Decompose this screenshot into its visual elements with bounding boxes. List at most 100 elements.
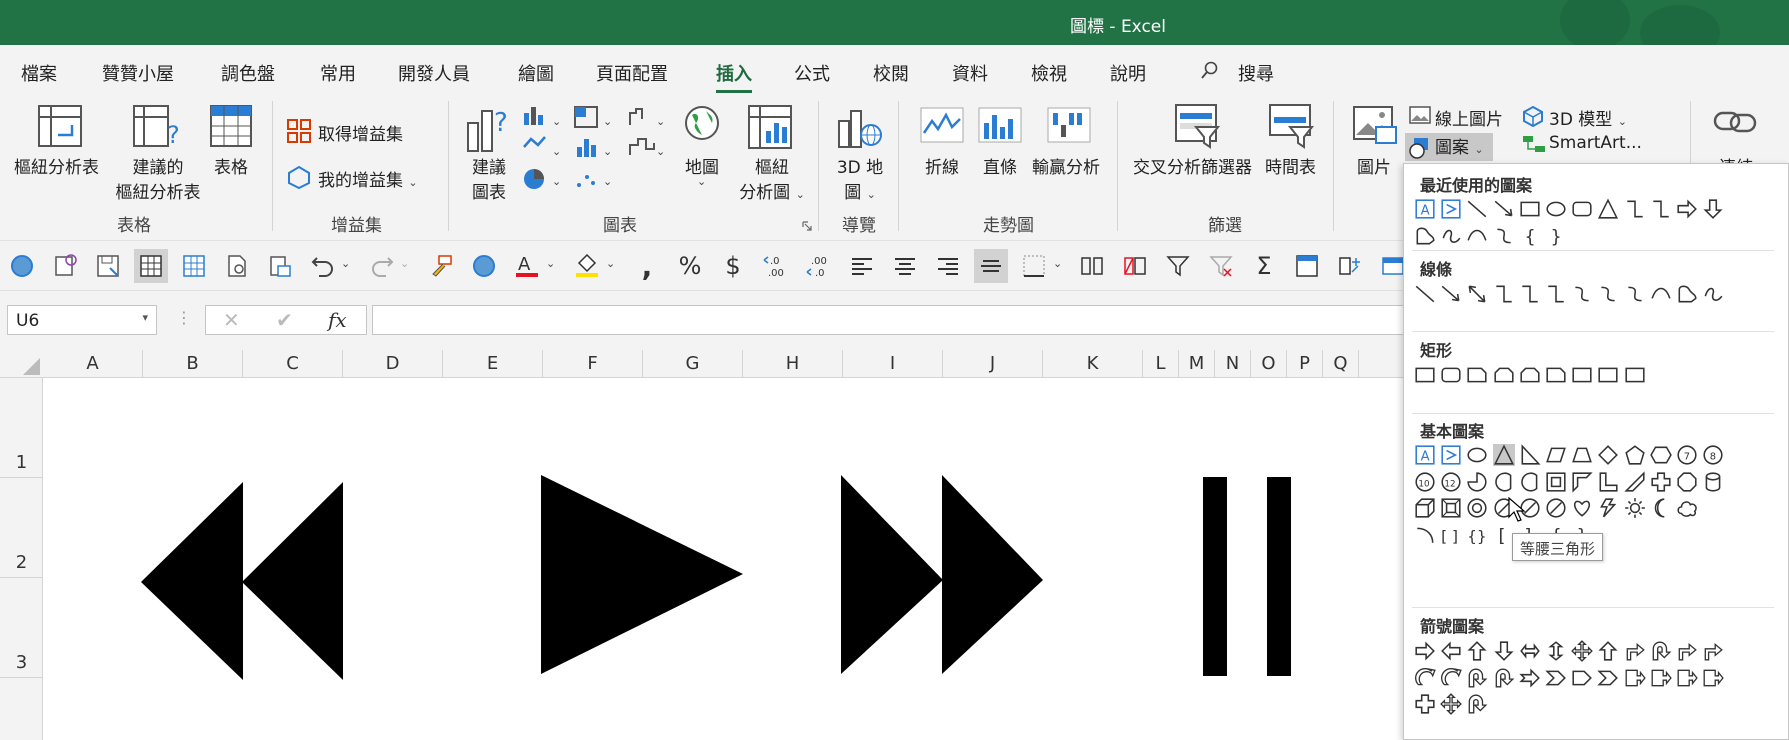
tab-insert[interactable]: 插入 xyxy=(716,60,752,93)
scurve-shape-icon[interactable] xyxy=(1571,283,1593,305)
slicer-icon[interactable] xyxy=(1174,103,1220,149)
name-box[interactable]: U6 ▾ xyxy=(7,305,157,335)
dblarrow-shape-icon[interactable] xyxy=(1466,283,1488,305)
darrow-shape-icon[interactable] xyxy=(1493,640,1515,662)
column-header-a[interactable]: A xyxy=(43,350,143,378)
textbox-shape-icon[interactable]: A xyxy=(1414,198,1436,220)
map-3d-label[interactable]: 3D 地圖 ⌄ xyxy=(834,153,886,203)
search-label[interactable]: 搜尋 xyxy=(1238,60,1274,86)
currency-button[interactable]: $ xyxy=(716,249,750,283)
tab-data[interactable]: 資料 xyxy=(952,60,988,86)
dialog-launcher-icon[interactable] xyxy=(802,221,812,231)
rect-shape-icon[interactable] xyxy=(1414,364,1436,386)
chevron-down-icon[interactable]: ▾ xyxy=(142,311,148,324)
darrow-shape-icon[interactable] xyxy=(1702,198,1724,220)
tab-help[interactable]: 說明 xyxy=(1110,60,1146,86)
frame-shape-icon[interactable] xyxy=(1545,471,1567,493)
chevron-down-icon[interactable]: ⌄ xyxy=(606,257,615,270)
circ7-shape-icon[interactable]: 7 xyxy=(1676,444,1698,466)
chevron-down-icon[interactable]: ⌄ xyxy=(1053,257,1062,270)
rrect-shape-icon[interactable] xyxy=(1440,364,1462,386)
insert-function-icon[interactable]: fx xyxy=(328,308,347,332)
chevron-down-icon[interactable]: ⌄ xyxy=(341,257,350,270)
play-triangle-shape[interactable] xyxy=(541,475,743,674)
font-color-button[interactable]: A xyxy=(510,249,544,283)
curvedarrow-shape-icon[interactable] xyxy=(1414,667,1436,689)
scurve-shape-icon[interactable] xyxy=(1493,225,1515,247)
my-addins-button[interactable]: 我的增益集 ⌄ xyxy=(318,166,418,191)
slicer-button[interactable]: 交叉分析篩選器 xyxy=(1133,153,1252,178)
column-header-n[interactable]: N xyxy=(1215,350,1251,378)
hexa-shape-icon[interactable] xyxy=(1650,444,1672,466)
rrect-shape-icon[interactable] xyxy=(1571,198,1593,220)
shapes-label[interactable]: 圖案 ⌄ xyxy=(1435,133,1484,158)
bent-shape-icon[interactable] xyxy=(1676,640,1698,662)
freeze-panes-button[interactable] xyxy=(1290,249,1324,283)
chevron-shape-icon[interactable] xyxy=(1597,667,1619,689)
pictures-button[interactable]: 圖片 xyxy=(1357,153,1391,178)
rtri-shape-icon[interactable] xyxy=(1519,444,1541,466)
pie-shape-icon[interactable] xyxy=(1466,471,1488,493)
column-header-c[interactable]: C xyxy=(243,350,343,378)
elbow-shape-icon[interactable] xyxy=(1545,283,1567,305)
tab-home[interactable]: 常用 xyxy=(320,60,356,86)
column-header-m[interactable]: M xyxy=(1179,350,1215,378)
tab-palette[interactable]: 調色盤 xyxy=(221,60,275,86)
elbow-shape-icon[interactable] xyxy=(1493,283,1515,305)
smartart-icon[interactable] xyxy=(1522,135,1546,153)
textbox-shape-icon[interactable]: A xyxy=(1414,444,1436,466)
scurve-shape-icon[interactable] xyxy=(1597,283,1619,305)
snip2-shape-icon[interactable] xyxy=(1493,364,1515,386)
chevron-down-icon[interactable]: ⌄ xyxy=(656,115,665,128)
line-shape-icon[interactable] xyxy=(1466,198,1488,220)
all-borders-button[interactable] xyxy=(134,249,168,283)
column-header-h[interactable]: H xyxy=(743,350,843,378)
para-shape-icon[interactable] xyxy=(1545,444,1567,466)
column-header-g[interactable]: G xyxy=(643,350,743,378)
freeform-shape-icon[interactable] xyxy=(1414,225,1436,247)
plus-shape-icon[interactable] xyxy=(1650,471,1672,493)
uturn-shape-icon[interactable] xyxy=(1650,640,1672,662)
chevron-down-icon[interactable]: ⌄ xyxy=(552,145,561,158)
rarrow-shape-icon[interactable] xyxy=(1676,198,1698,220)
circle-shape-button[interactable] xyxy=(467,249,501,283)
elbow-shape-icon[interactable] xyxy=(1650,198,1672,220)
tab-zanzan[interactable]: 贊贊小屋 xyxy=(102,60,174,86)
tri-shape-icon[interactable] xyxy=(1597,198,1619,220)
uarrow-shape-icon[interactable] xyxy=(1597,640,1619,662)
tab-view[interactable]: 檢視 xyxy=(1031,60,1067,86)
callout-shape-icon[interactable] xyxy=(1676,667,1698,689)
sparkline-line-icon[interactable] xyxy=(920,107,964,143)
uturn-shape-icon[interactable] xyxy=(1493,667,1515,689)
qat-tool-button[interactable] xyxy=(91,249,125,283)
chevron-down-icon[interactable]: ⌄ xyxy=(603,115,612,128)
enter-icon[interactable]: ✔ xyxy=(276,308,293,332)
quadarrow-shape-icon[interactable] xyxy=(1571,640,1594,662)
align-right-button[interactable] xyxy=(931,249,965,283)
fast-forward-triangle-right-shape[interactable] xyxy=(942,475,1043,674)
column-header-d[interactable]: D xyxy=(343,350,443,378)
chevron-down-icon[interactable]: ⌄ xyxy=(603,175,612,188)
bolt-shape-icon[interactable] xyxy=(1597,497,1619,519)
cancel-icon[interactable]: ✕ xyxy=(223,308,240,332)
print-preview-button[interactable] xyxy=(220,249,254,283)
halfframe-shape-icon[interactable] xyxy=(1571,471,1593,493)
rect-shape-icon[interactable] xyxy=(1571,364,1593,386)
quadarrow-shape-icon[interactable] xyxy=(1440,693,1463,715)
qat-tool-button[interactable] xyxy=(263,249,297,283)
chevron-down-icon[interactable]: ⌄ xyxy=(400,257,409,270)
fill-color-button[interactable] xyxy=(570,249,604,283)
column-header-e[interactable]: E xyxy=(443,350,543,378)
dblbrace-shape-icon[interactable]: {} xyxy=(1466,524,1488,546)
column-header-f[interactable]: F xyxy=(543,350,643,378)
online-pictures-icon[interactable] xyxy=(1409,106,1431,126)
filter-button[interactable] xyxy=(1161,249,1195,283)
chord-shape-icon[interactable] xyxy=(1519,471,1541,493)
lshape-shape-icon[interactable] xyxy=(1597,471,1619,493)
circ10-shape-icon[interactable]: 10 xyxy=(1414,471,1436,493)
sun-shape-icon[interactable] xyxy=(1624,497,1646,519)
table-grid-button[interactable] xyxy=(177,249,211,283)
row-header-2[interactable]: 2 xyxy=(0,478,43,578)
column-header-j[interactable]: J xyxy=(943,350,1043,378)
timeline-button[interactable]: 時間表 xyxy=(1265,153,1316,178)
